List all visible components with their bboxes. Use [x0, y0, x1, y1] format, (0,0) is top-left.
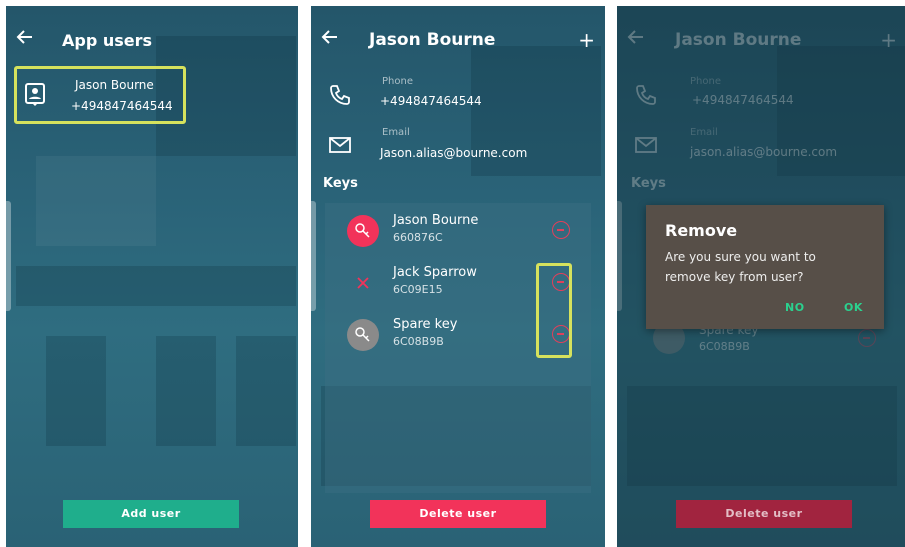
- phone-label: Phone: [382, 76, 413, 87]
- building-bg: [16, 266, 296, 306]
- key-name: Jason Bourne: [393, 213, 479, 228]
- remove-dialog: Remove Are you sure you want to remove k…: [646, 205, 884, 329]
- key-name: Jack Sparrow: [393, 265, 477, 280]
- page-title: App users: [62, 31, 153, 50]
- drawer-handle[interactable]: [311, 201, 316, 311]
- key-id: 6C09E15: [393, 283, 443, 296]
- remove-key-dialog-screen: Jason Bourne + Phone +494847464544 Email…: [617, 6, 905, 547]
- key-row[interactable]: Jason Bourne 660876C: [325, 207, 591, 257]
- drawer-handle[interactable]: [6, 201, 11, 311]
- close-icon: [356, 275, 370, 294]
- email-value: Jason.alias@bourne.com: [380, 146, 528, 160]
- key-icon: [347, 319, 379, 351]
- page-title: Jason Bourne: [369, 30, 496, 50]
- remove-key-icon[interactable]: [552, 221, 570, 239]
- back-arrow-icon[interactable]: [16, 28, 40, 52]
- ok-button[interactable]: OK: [844, 301, 863, 314]
- delete-user-button[interactable]: Delete user: [370, 500, 546, 528]
- phone-value: +494847464544: [380, 94, 482, 108]
- key-id: 660876C: [393, 231, 443, 244]
- app-users-screen: App users Jason Bourne +494847464544 Add…: [6, 6, 298, 547]
- delete-user-button[interactable]: Delete user: [676, 500, 852, 528]
- user-badge-icon: [25, 83, 45, 111]
- user-list-item[interactable]: Jason Bourne +494847464544: [14, 66, 186, 124]
- building-bg: [46, 336, 106, 446]
- user-phone: +494847464544: [71, 99, 173, 113]
- key-id: 6C08B9B: [393, 335, 444, 348]
- user-detail-screen: Jason Bourne + Phone +494847464544 Email…: [311, 6, 605, 547]
- dialog-title: Remove: [665, 221, 738, 240]
- add-key-icon[interactable]: +: [578, 30, 595, 50]
- phone-icon: [329, 84, 351, 110]
- add-user-button[interactable]: Add user: [63, 500, 239, 528]
- user-name: Jason Bourne: [75, 78, 154, 92]
- email-label: Email: [382, 127, 410, 138]
- email-icon: [329, 137, 351, 157]
- building-bg: [156, 336, 216, 446]
- building-bg: [36, 156, 156, 246]
- no-button[interactable]: NO: [785, 301, 805, 314]
- key-name: Spare key: [393, 317, 458, 332]
- highlight-box: [536, 263, 572, 358]
- keys-heading: Keys: [323, 176, 358, 191]
- back-arrow-icon[interactable]: [321, 28, 345, 52]
- dialog-message: Are you sure you want to remove key from…: [665, 250, 816, 284]
- key-icon: [347, 215, 379, 247]
- building-bg: [236, 336, 296, 446]
